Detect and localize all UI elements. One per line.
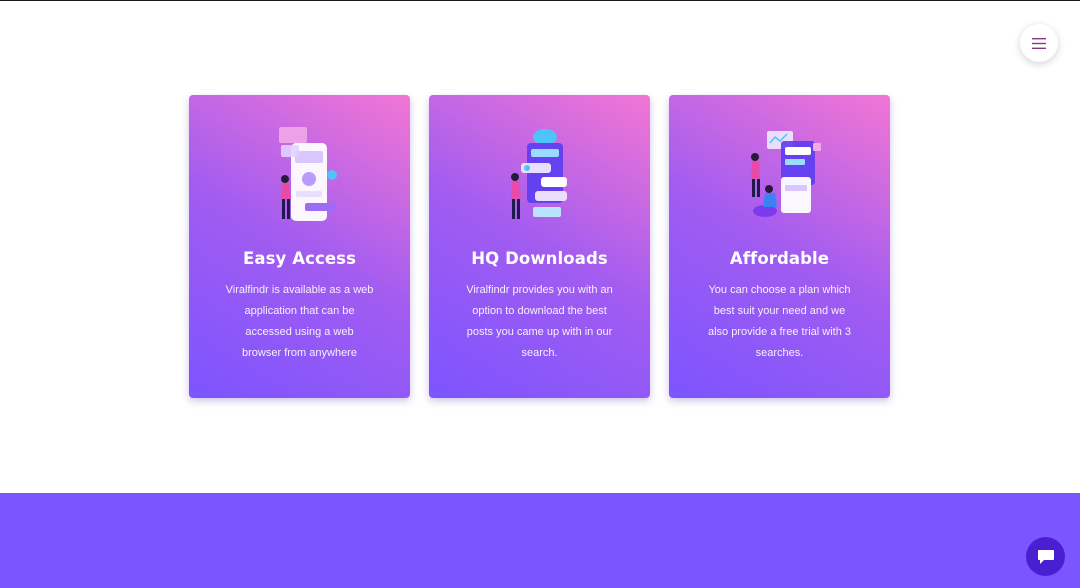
feature-card-hq-downloads: HQ Downloads Viralfindr provides you wit… <box>429 95 650 398</box>
hamburger-icon <box>1032 37 1046 49</box>
card-title: HQ Downloads <box>471 249 608 268</box>
card-description: Viralfindr provides you with an option t… <box>466 284 613 359</box>
card-description: Viralfindr is available as a web applica… <box>225 284 374 359</box>
card-title: Affordable <box>729 249 830 268</box>
menu-button[interactable] <box>1020 24 1058 62</box>
people-with-dashboard-illustration <box>750 131 821 217</box>
feature-card-easy-access: Easy Access Viralfindr is available as a… <box>189 95 410 398</box>
feature-cards: Easy Access Viralfindr is available as a… <box>189 95 890 398</box>
person-with-mobile-app-illustration <box>278 127 337 221</box>
card-description: You can choose a plan which best suit yo… <box>707 284 852 359</box>
chat-bubble-icon <box>1037 549 1054 564</box>
chat-button[interactable] <box>1026 537 1065 576</box>
card-title: Easy Access <box>243 249 356 268</box>
feature-card-affordable: Affordable You can choose a plan which b… <box>669 95 890 398</box>
person-with-cloud-downloads-illustration <box>510 129 567 219</box>
footer-section <box>0 493 1080 588</box>
